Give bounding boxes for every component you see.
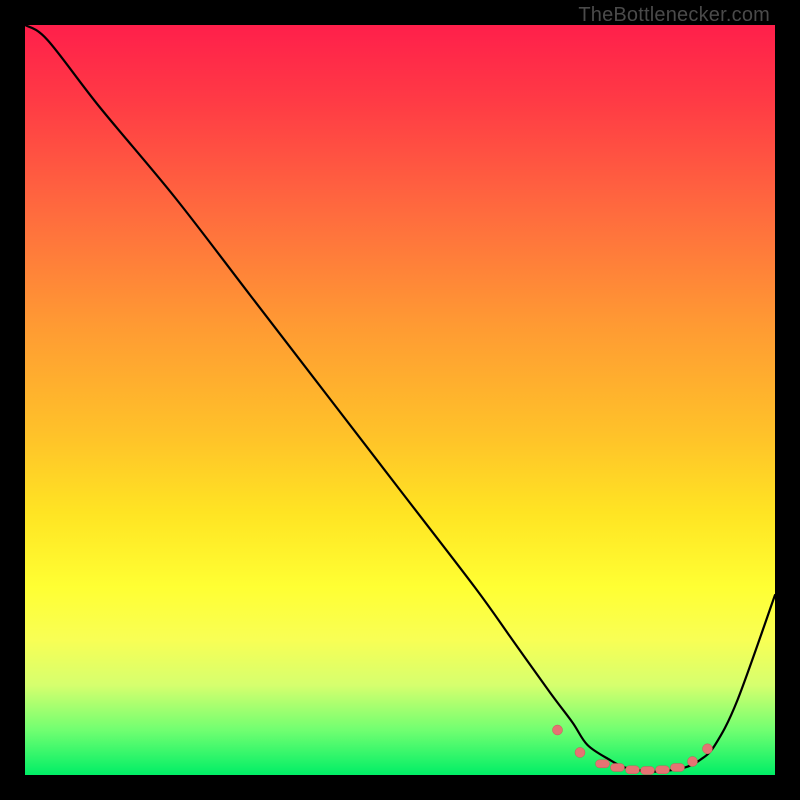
watermark-text: TheBottlenecker.com <box>578 4 770 27</box>
marker-dot <box>688 757 698 767</box>
chart-frame: TheBottlenecker.com <box>0 0 800 800</box>
marker-pill <box>671 764 685 772</box>
chart-svg <box>25 25 775 775</box>
marker-pill <box>611 764 625 772</box>
marker-pill <box>626 766 640 774</box>
marker-dot <box>703 744 713 754</box>
marker-pill <box>641 767 655 775</box>
marker-dot <box>575 748 585 758</box>
bottleneck-curve <box>25 25 775 772</box>
marker-pill <box>656 766 670 774</box>
plot-area <box>25 25 775 775</box>
marker-pill <box>596 760 610 768</box>
marker-dot <box>553 725 563 735</box>
